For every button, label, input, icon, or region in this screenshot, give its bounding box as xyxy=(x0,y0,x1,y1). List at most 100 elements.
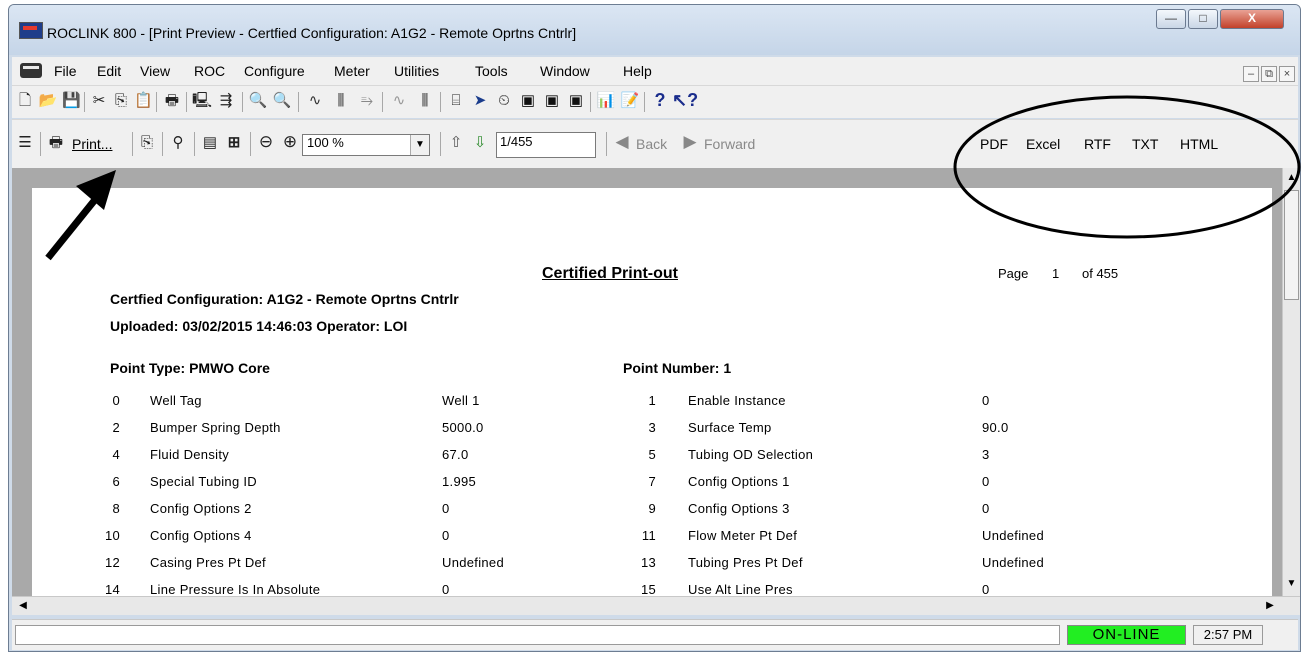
clock: 2:57 PM xyxy=(1193,625,1263,645)
zoom-1-icon[interactable]: 🔍 xyxy=(248,91,268,111)
menu-file[interactable]: File xyxy=(54,63,77,79)
copy-icon[interactable]: ⎘ xyxy=(112,91,130,111)
context-help-icon[interactable]: ↖? xyxy=(672,90,698,110)
menu-configure[interactable]: Configure xyxy=(244,63,305,79)
page-label: Page xyxy=(998,266,1029,281)
single-page-icon[interactable]: ▤ xyxy=(200,133,220,153)
mdi-close-icon[interactable]: × xyxy=(1279,66,1295,82)
param-ln: 0 xyxy=(112,393,120,408)
forward-button[interactable]: Forward xyxy=(704,136,776,152)
bars-icon[interactable]: ⫼ xyxy=(330,91,352,111)
param-rn: 15 xyxy=(640,582,656,596)
io-icon[interactable]: ⌸ xyxy=(446,91,466,111)
minimize-button[interactable]: — xyxy=(1156,9,1186,29)
vertical-scrollbar[interactable]: ▲ ▼ xyxy=(1282,168,1300,596)
menu-tools[interactable]: Tools xyxy=(475,63,508,79)
find-binoculars-icon[interactable]: ⚲ xyxy=(168,133,188,153)
zoom-2-icon[interactable]: 🔍 xyxy=(272,91,292,111)
menu-bar: File Edit View ROC Configure Meter Utili… xyxy=(12,57,1298,86)
param-rname: Surface Temp xyxy=(688,420,772,435)
page-down-icon[interactable]: ⇩ xyxy=(470,133,490,153)
edit-icon[interactable]: 📝 xyxy=(620,91,640,111)
zoom-out-icon[interactable]: ⊖ xyxy=(256,132,276,152)
zoom-in-icon[interactable]: ⊕ xyxy=(280,132,300,152)
menu-edit[interactable]: Edit xyxy=(97,63,121,79)
direct-connect-icon[interactable]: ⇶ xyxy=(216,91,236,111)
param-rn: 11 xyxy=(641,528,656,543)
param-lval: Well 1 xyxy=(442,393,480,408)
status-message xyxy=(15,625,1060,645)
display-2-icon[interactable]: ▣ xyxy=(542,91,562,111)
scroll-up-icon[interactable]: ▲ xyxy=(1284,170,1299,186)
signal-icon[interactable]: ∿ xyxy=(388,91,410,111)
roclink-app-icon[interactable] xyxy=(19,22,43,39)
scroll-thumb[interactable] xyxy=(1284,190,1299,300)
param-lname: Config Options 4 xyxy=(150,528,252,543)
paste-icon[interactable]: 📋 xyxy=(134,91,153,111)
toggle-pane-icon[interactable]: ☰ xyxy=(16,133,34,153)
new-file-icon[interactable]: 🗋 xyxy=(16,91,34,111)
open-folder-icon[interactable]: 📂 xyxy=(38,91,58,111)
param-lval: Undefined xyxy=(442,555,504,570)
trend-icon[interactable]: ⥱ xyxy=(356,91,378,111)
param-lval: 5000.0 xyxy=(442,420,484,435)
waveform-icon[interactable]: ∿ xyxy=(304,91,326,111)
cut-icon[interactable]: ✂ xyxy=(90,91,108,111)
display-3-icon[interactable]: ▣ xyxy=(566,91,586,111)
print-button[interactable]: Print... xyxy=(72,136,112,152)
export-rtf-button[interactable]: RTF xyxy=(1084,136,1111,152)
menu-view[interactable]: View xyxy=(140,63,170,79)
export-html-button[interactable]: HTML xyxy=(1180,136,1218,152)
param-lname: Fluid Density xyxy=(150,447,230,462)
maximize-button[interactable]: □ xyxy=(1188,9,1218,29)
arrow-tool-icon[interactable]: ➤ xyxy=(470,91,490,111)
print-icon[interactable]: 🖶 xyxy=(46,133,66,153)
preview-area[interactable]: Certified Print-out Page 1 of 455 Certfi… xyxy=(12,168,1282,596)
document-icon[interactable] xyxy=(20,63,42,78)
param-rname: Enable Instance xyxy=(688,393,786,408)
menu-utilities[interactable]: Utilities xyxy=(394,63,439,79)
scroll-right-icon[interactable]: ▶ xyxy=(1262,597,1278,614)
multi-page-icon[interactable]: ⊞ xyxy=(224,133,244,153)
param-rval: 0 xyxy=(982,582,990,596)
point-type: Point Type: PMWO Core xyxy=(110,360,270,376)
zoom-select[interactable]: 100 % ▼ xyxy=(302,134,430,156)
save-icon[interactable]: 💾 xyxy=(62,91,81,111)
close-button[interactable]: X xyxy=(1220,9,1284,29)
param-rval: Undefined xyxy=(982,528,1044,543)
mdi-restore-icon[interactable]: ⧉ xyxy=(1261,66,1277,82)
copy-page-icon[interactable]: ⎘ xyxy=(138,133,156,153)
chart-icon[interactable]: 📊 xyxy=(596,91,616,111)
clock-icon[interactable]: ⏲ xyxy=(494,91,514,111)
page-up-icon[interactable]: ⇧ xyxy=(446,133,466,153)
scroll-down-icon[interactable]: ▼ xyxy=(1284,576,1299,592)
param-ln: 10 xyxy=(104,528,120,543)
param-ln: 6 xyxy=(112,474,120,489)
help-icon[interactable]: ? xyxy=(652,90,668,110)
menu-meter[interactable]: Meter xyxy=(334,63,370,79)
connect-icon[interactable]: 🖳 xyxy=(192,91,212,111)
export-excel-button[interactable]: Excel xyxy=(1026,136,1060,152)
param-lval: 0 xyxy=(442,582,450,596)
param-rval: 90.0 xyxy=(982,420,1009,435)
export-pdf-button[interactable]: PDF xyxy=(980,136,1008,152)
back-arrow-icon[interactable]: ◀ xyxy=(612,132,632,152)
printer-icon[interactable]: 🖶 xyxy=(162,91,182,111)
forward-arrow-icon[interactable]: ▶ xyxy=(680,132,700,152)
menu-roc[interactable]: ROC xyxy=(194,63,225,79)
param-lname: Bumper Spring Depth xyxy=(150,420,281,435)
scroll-left-icon[interactable]: ◀ xyxy=(15,597,31,614)
menu-help[interactable]: Help xyxy=(623,63,652,79)
display-1-icon[interactable]: ▣ xyxy=(518,91,538,111)
page-number-field[interactable]: 1/455 xyxy=(496,132,596,158)
horizontal-scrollbar[interactable]: ◀ ▶ xyxy=(12,596,1300,615)
menu-window[interactable]: Window xyxy=(540,63,590,79)
title-bar[interactable]: ROCLINK 800 - [Print Preview - Certfied … xyxy=(9,5,1300,55)
chevron-down-icon[interactable]: ▼ xyxy=(410,135,429,155)
mdi-minimize-icon[interactable]: – xyxy=(1243,66,1259,82)
param-rname: Use Alt Line Pres xyxy=(688,582,793,596)
back-button[interactable]: Back xyxy=(636,136,667,152)
param-rval: 0 xyxy=(982,393,990,408)
meter-bars-icon[interactable]: ⫼ xyxy=(414,91,436,111)
export-txt-button[interactable]: TXT xyxy=(1132,136,1158,152)
